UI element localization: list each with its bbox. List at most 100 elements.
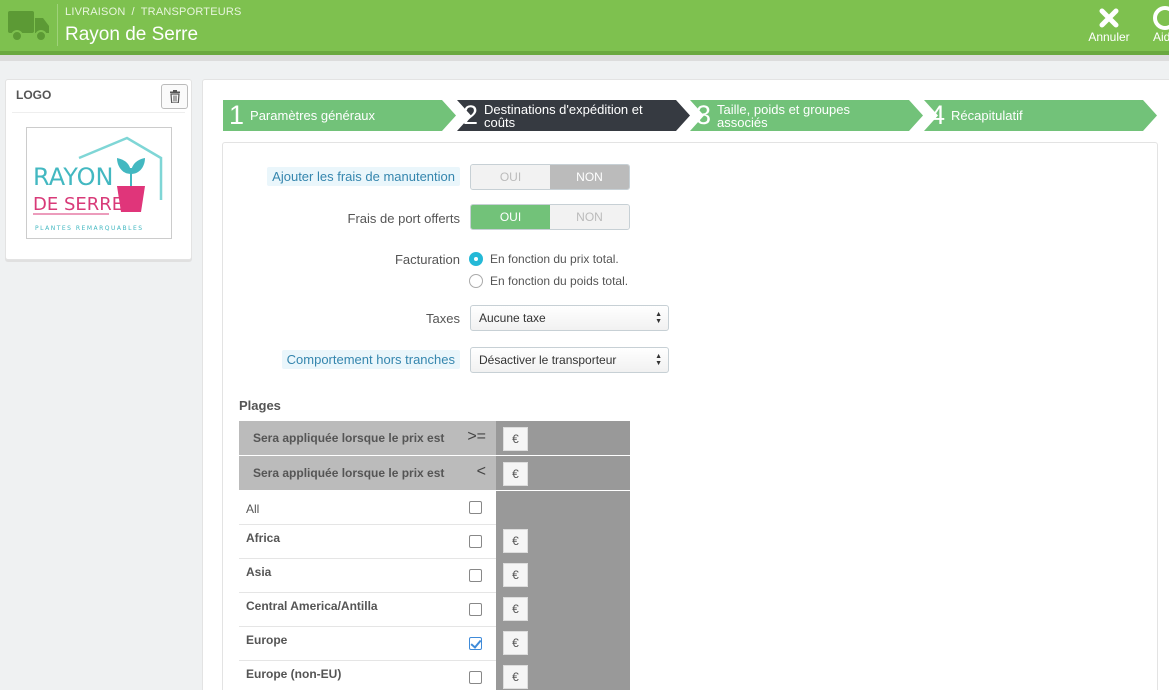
select-arrows-icon: ▲ ▼ bbox=[655, 353, 662, 367]
range-min-input[interactable]: € bbox=[503, 427, 528, 451]
handling-fees-label: Ajouter les frais de manutention bbox=[267, 167, 460, 186]
lifebuoy-icon bbox=[1153, 6, 1169, 30]
billing-option-price-label: En fonction du prix total. bbox=[490, 252, 619, 266]
zone-price-cell: € bbox=[496, 525, 630, 559]
header-divider bbox=[57, 4, 58, 46]
handling-fees-toggle[interactable]: OUI NON bbox=[470, 164, 630, 190]
trash-icon bbox=[169, 90, 180, 103]
cancel-label: Annuler bbox=[1088, 30, 1130, 44]
close-icon bbox=[1099, 8, 1119, 28]
out-of-range-label: Comportement hors tranches bbox=[281, 350, 460, 369]
range-max-input[interactable]: € bbox=[503, 462, 528, 486]
zone-price-cell: € bbox=[496, 559, 630, 593]
step-4[interactable]: 4 Récapitulatif bbox=[924, 100, 1157, 131]
range-header-min-operator: >= bbox=[467, 428, 486, 445]
zone-name: Europe (non-EU) bbox=[246, 667, 342, 681]
step-4-arrow bbox=[1143, 100, 1157, 131]
logo-text-rayon: RAYON bbox=[33, 163, 113, 191]
logo-panel-divider bbox=[12, 112, 185, 113]
handling-fees-no[interactable]: NON bbox=[550, 165, 629, 189]
zone-row-africa: Africa bbox=[239, 525, 496, 559]
zone-price-input[interactable]: € bbox=[503, 529, 528, 553]
out-of-range-hint[interactable]: Comportement hors tranches bbox=[281, 350, 460, 369]
range-header-min: Sera appliquée lorsque le prix est >= bbox=[239, 421, 496, 455]
zone-checkbox-checked[interactable] bbox=[469, 637, 482, 650]
step-2-label: Destinations d'expédition et coûts bbox=[484, 101, 643, 130]
help-label: Aide bbox=[1152, 30, 1169, 44]
zone-row-europe: Europe bbox=[239, 627, 496, 661]
handling-fees-yes[interactable]: OUI bbox=[471, 165, 550, 189]
breadcrumb: LIVRAISON / TRANSPORTEURS bbox=[65, 6, 242, 18]
free-shipping-yes[interactable]: OUI bbox=[471, 205, 550, 229]
zone-price-input[interactable]: € bbox=[503, 665, 528, 689]
logo-image: RAYON DE SERRE PLANTES REMARQUABLES bbox=[33, 136, 163, 232]
out-of-range-select[interactable]: Désactiver le transporteur ▲ ▼ bbox=[470, 347, 669, 373]
billing-option-weight[interactable]: En fonction du poids total. bbox=[469, 274, 628, 288]
radio-selected-icon bbox=[469, 252, 483, 266]
zone-name: Central America/Antilla bbox=[246, 599, 378, 613]
zone-checkbox[interactable] bbox=[469, 569, 482, 582]
zone-row-all: All bbox=[239, 491, 496, 525]
top-header: LIVRAISON / TRANSPORTEURS Rayon de Serre A… bbox=[0, 0, 1169, 51]
logo-text-de-serre: DE SERRE bbox=[33, 194, 123, 215]
zone-price-input[interactable]: € bbox=[503, 597, 528, 621]
delete-logo-button[interactable] bbox=[161, 84, 188, 109]
range-header-max-operator: < bbox=[476, 463, 486, 480]
breadcrumb-livraison[interactable]: LIVRAISON bbox=[65, 6, 126, 18]
logo-panel-title: LOGO bbox=[16, 88, 52, 102]
billing-option-weight-label: En fonction du poids total. bbox=[490, 274, 629, 288]
header-strip bbox=[0, 55, 1169, 61]
zone-checkbox[interactable] bbox=[469, 671, 482, 684]
range-header-min-text: Sera appliquée lorsque le prix est bbox=[253, 431, 445, 445]
zone-price-input[interactable]: € bbox=[503, 563, 528, 587]
cancel-button[interactable]: Annuler bbox=[1084, 6, 1134, 44]
zone-name: Africa bbox=[246, 531, 281, 545]
step-1[interactable]: 1 Paramètres généraux bbox=[223, 100, 456, 131]
logo-panel: LOGO RAYON DE SERRE PLANTES REMARQUABLES bbox=[5, 79, 192, 260]
step-3-arrow bbox=[909, 100, 923, 131]
truck-icon bbox=[8, 11, 49, 42]
step-4-number: 4 bbox=[930, 100, 946, 130]
step-3-number: 3 bbox=[696, 100, 712, 130]
zone-row-asia: Asia bbox=[239, 559, 496, 593]
zone-checkbox[interactable] bbox=[469, 603, 482, 616]
zone-checkbox[interactable] bbox=[469, 501, 482, 514]
step-2-arrow bbox=[676, 100, 690, 131]
step-1-label: Paramètres généraux bbox=[250, 108, 376, 123]
zone-price-input[interactable]: € bbox=[503, 631, 528, 655]
page-title: Rayon de Serre bbox=[65, 24, 199, 45]
range-header-max-text: Sera appliquée lorsque le prix est bbox=[253, 466, 445, 480]
step-4-label: Récapitulatif bbox=[951, 108, 1023, 123]
radio-empty-icon bbox=[469, 274, 483, 288]
step-3[interactable]: 3 Taille, poids et groupes associés bbox=[690, 100, 923, 131]
zone-name: Europe bbox=[246, 633, 288, 647]
taxes-label: Taxes bbox=[426, 311, 460, 326]
step-3-label: Taille, poids et groupes associés bbox=[717, 101, 851, 130]
step-2[interactable]: 2 Destinations d'expédition et coûts bbox=[457, 100, 690, 131]
breadcrumb-separator: / bbox=[131, 6, 135, 18]
ranges-title: Plages bbox=[239, 398, 281, 413]
step-1-arrow bbox=[442, 100, 456, 131]
handling-fees-hint[interactable]: Ajouter les frais de manutention bbox=[267, 167, 460, 186]
range-header-max: Sera appliquée lorsque le prix est < bbox=[239, 456, 496, 490]
zone-name: All bbox=[246, 502, 260, 516]
free-shipping-label: Frais de port offerts bbox=[347, 211, 460, 226]
taxes-select[interactable]: Aucune taxe ▲ ▼ bbox=[470, 305, 669, 331]
help-button[interactable]: Aide bbox=[1145, 6, 1169, 44]
range-min-cell: € bbox=[496, 421, 630, 455]
zone-row-central-america: Central America/Antilla bbox=[239, 593, 496, 627]
zone-checkbox[interactable] bbox=[469, 535, 482, 548]
free-shipping-no[interactable]: NON bbox=[550, 205, 629, 229]
billing-label: Facturation bbox=[394, 252, 460, 267]
logo-tagline: PLANTES REMARQUABLES bbox=[35, 225, 144, 232]
billing-option-price[interactable]: En fonction du prix total. bbox=[469, 252, 619, 266]
free-shipping-toggle[interactable]: OUI NON bbox=[470, 204, 630, 230]
zone-price-cell: € bbox=[496, 593, 630, 627]
step-1-number: 1 bbox=[229, 100, 245, 130]
carrier-logo: RAYON DE SERRE PLANTES REMARQUABLES bbox=[26, 127, 172, 239]
breadcrumb-transporteurs[interactable]: TRANSPORTEURS bbox=[141, 6, 242, 18]
zone-name: Asia bbox=[246, 565, 272, 579]
zone-price-cell: € bbox=[496, 661, 630, 690]
zone-price-cell: € bbox=[496, 627, 630, 661]
out-of-range-select-value: Désactiver le transporteur bbox=[479, 353, 617, 367]
